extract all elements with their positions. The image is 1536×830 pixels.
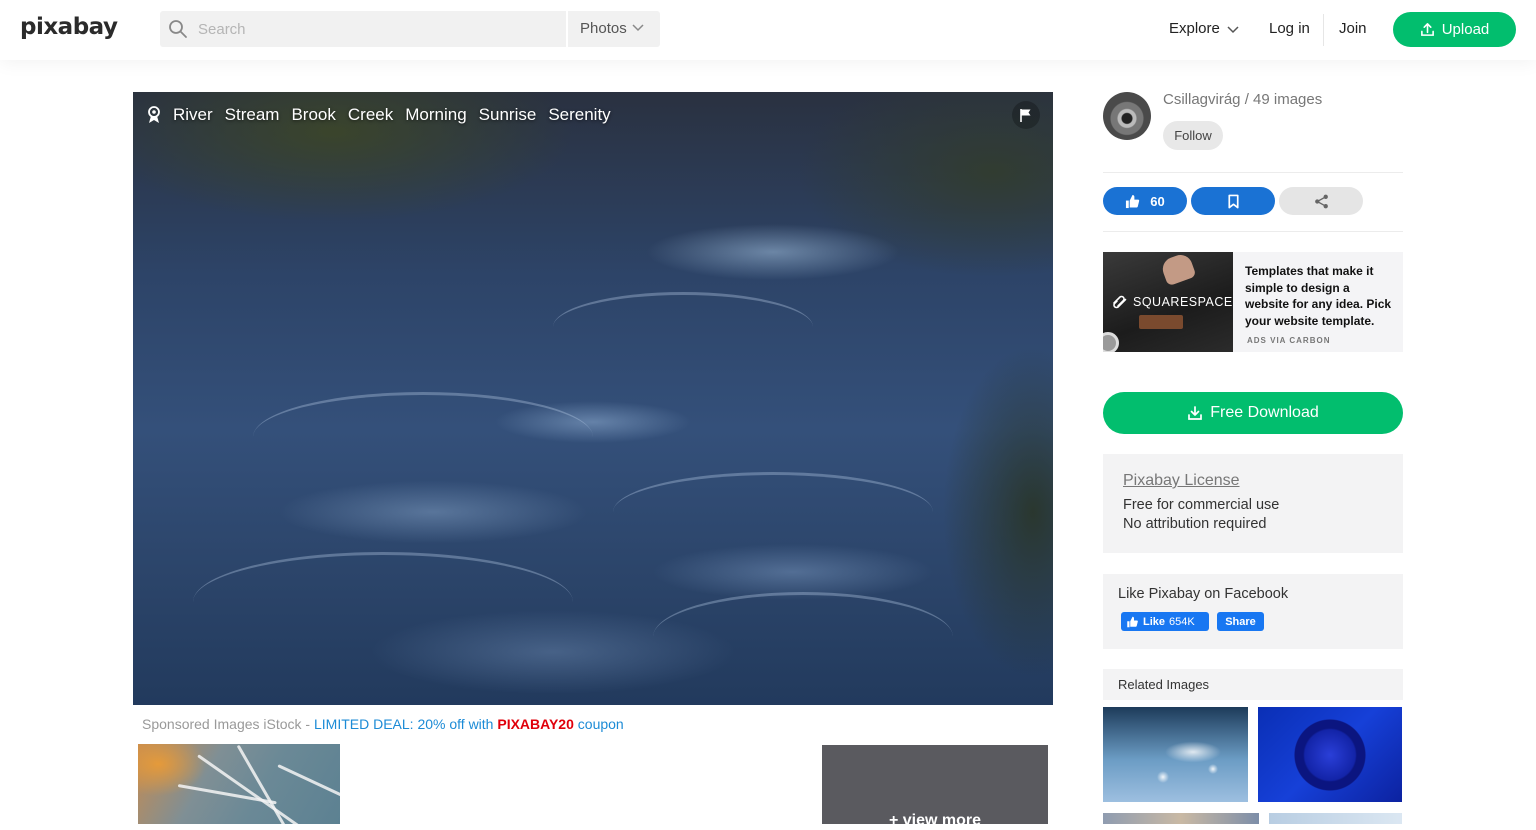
- water-ripple: [553, 292, 813, 362]
- download-label: Free Download: [1210, 404, 1319, 421]
- like-button[interactable]: 60: [1103, 187, 1187, 215]
- author-avatar[interactable]: [1103, 92, 1151, 140]
- flag-icon: [1020, 109, 1031, 122]
- carbon-ad[interactable]: SQUARESPACE Templates that make it simpl…: [1103, 252, 1403, 352]
- facebook-box: Like Pixabay on Facebook Like 654K Share: [1103, 574, 1403, 649]
- thumbs-up-icon: [1127, 616, 1138, 627]
- share-button[interactable]: [1279, 187, 1363, 215]
- explore-menu[interactable]: Explore: [1169, 20, 1220, 37]
- river-vein: [236, 744, 300, 824]
- river-vein: [277, 764, 340, 805]
- related-image[interactable]: [1269, 813, 1402, 824]
- upload-icon: [1420, 23, 1434, 36]
- ad-image-wallet: [1139, 315, 1183, 329]
- tag-list: River Stream Brook Creek Morning Sunrise…: [147, 105, 611, 125]
- upload-button[interactable]: Upload: [1393, 12, 1516, 47]
- tag-river[interactable]: River: [173, 105, 213, 125]
- search-input[interactable]: [198, 15, 518, 43]
- license-line-attribution: No attribution required: [1123, 516, 1267, 532]
- chevron-down-icon[interactable]: [632, 24, 644, 32]
- top-header: pixabay Photos Explore Log in Join Uploa…: [0, 0, 1536, 60]
- media-type-select[interactable]: Photos: [580, 20, 627, 37]
- water-ripple: [253, 392, 593, 482]
- tag-morning[interactable]: Morning: [405, 105, 466, 125]
- award-icon[interactable]: [147, 106, 161, 124]
- deal-suffix: coupon: [573, 716, 624, 732]
- tag-brook[interactable]: Brook: [291, 105, 335, 125]
- facebook-like-label: Like: [1143, 615, 1166, 628]
- related-image[interactable]: [1103, 707, 1248, 802]
- search-bar: Photos: [160, 11, 660, 47]
- bookmark-button[interactable]: [1191, 187, 1275, 215]
- report-button[interactable]: [1012, 101, 1040, 129]
- author-name[interactable]: Csillagvirág / 49 images: [1163, 91, 1322, 108]
- water-ripple: [653, 592, 953, 682]
- squarespace-icon: [1113, 295, 1127, 309]
- view-more-label: + view more: [888, 812, 982, 829]
- search-divider: [566, 11, 568, 47]
- upload-label: Upload: [1441, 21, 1490, 38]
- login-link[interactable]: Log in: [1269, 20, 1310, 37]
- tag-stream[interactable]: Stream: [225, 105, 280, 125]
- view-more-button[interactable]: + view more: [822, 745, 1048, 829]
- license-line-commercial: Free for commercial use: [1123, 497, 1280, 513]
- deal-link[interactable]: LIMITED DEAL: 20% off with PIXABAY20 cou…: [314, 716, 624, 732]
- join-link[interactable]: Join: [1339, 20, 1367, 37]
- chevron-down-icon[interactable]: [1227, 26, 1239, 34]
- ad-attribution[interactable]: ADS VIA CARBON: [1247, 336, 1330, 345]
- sponsored-prefix: Sponsored Images iStock -: [142, 716, 314, 732]
- ad-copy[interactable]: Templates that make it simple to design …: [1245, 263, 1395, 329]
- tag-serenity[interactable]: Serenity: [548, 105, 610, 125]
- water-ripple: [613, 472, 933, 552]
- pixabay-logo[interactable]: pixabay: [20, 14, 118, 40]
- sponsored-banner: Sponsored Images iStock - LIMITED DEAL: …: [142, 716, 624, 732]
- like-count: 60: [1150, 193, 1165, 209]
- facebook-share-button[interactable]: Share: [1217, 612, 1264, 631]
- share-icon: [1314, 194, 1328, 208]
- download-icon: [1188, 406, 1203, 420]
- related-images-header: Related Images: [1103, 669, 1403, 700]
- license-box: Pixabay License Free for commercial use …: [1103, 454, 1403, 553]
- main-photo[interactable]: River Stream Brook Creek Morning Sunrise…: [133, 92, 1053, 705]
- ad-brand-text: SQUARESPACE: [1133, 295, 1233, 309]
- divider: [1103, 231, 1403, 232]
- nav-divider: [1323, 14, 1324, 46]
- free-download-button[interactable]: Free Download: [1103, 392, 1403, 434]
- facebook-title: Like Pixabay on Facebook: [1118, 586, 1289, 602]
- related-image[interactable]: [1103, 813, 1259, 824]
- facebook-like-button[interactable]: Like 654K: [1121, 612, 1209, 631]
- tag-creek[interactable]: Creek: [348, 105, 393, 125]
- ad-image[interactable]: SQUARESPACE: [1103, 252, 1233, 352]
- squarespace-logo: SQUARESPACE: [1111, 294, 1233, 310]
- sponsored-image[interactable]: [138, 744, 340, 824]
- bookmark-icon: [1227, 194, 1239, 208]
- follow-button[interactable]: Follow: [1163, 121, 1223, 150]
- ad-image-hand: [1159, 252, 1197, 287]
- thumbs-up-icon: [1126, 194, 1140, 208]
- divider: [1103, 172, 1403, 173]
- tag-sunrise[interactable]: Sunrise: [479, 105, 537, 125]
- ad-image-lens: [1103, 332, 1119, 352]
- search-icon[interactable]: [168, 19, 188, 39]
- facebook-like-count: 654K: [1169, 615, 1195, 628]
- deal-text: LIMITED DEAL: 20% off with: [313, 716, 498, 732]
- coupon-code: PIXABAY20: [497, 716, 574, 732]
- license-link[interactable]: Pixabay License: [1123, 472, 1383, 490]
- water-ripple: [193, 552, 573, 652]
- related-image[interactable]: [1258, 707, 1402, 802]
